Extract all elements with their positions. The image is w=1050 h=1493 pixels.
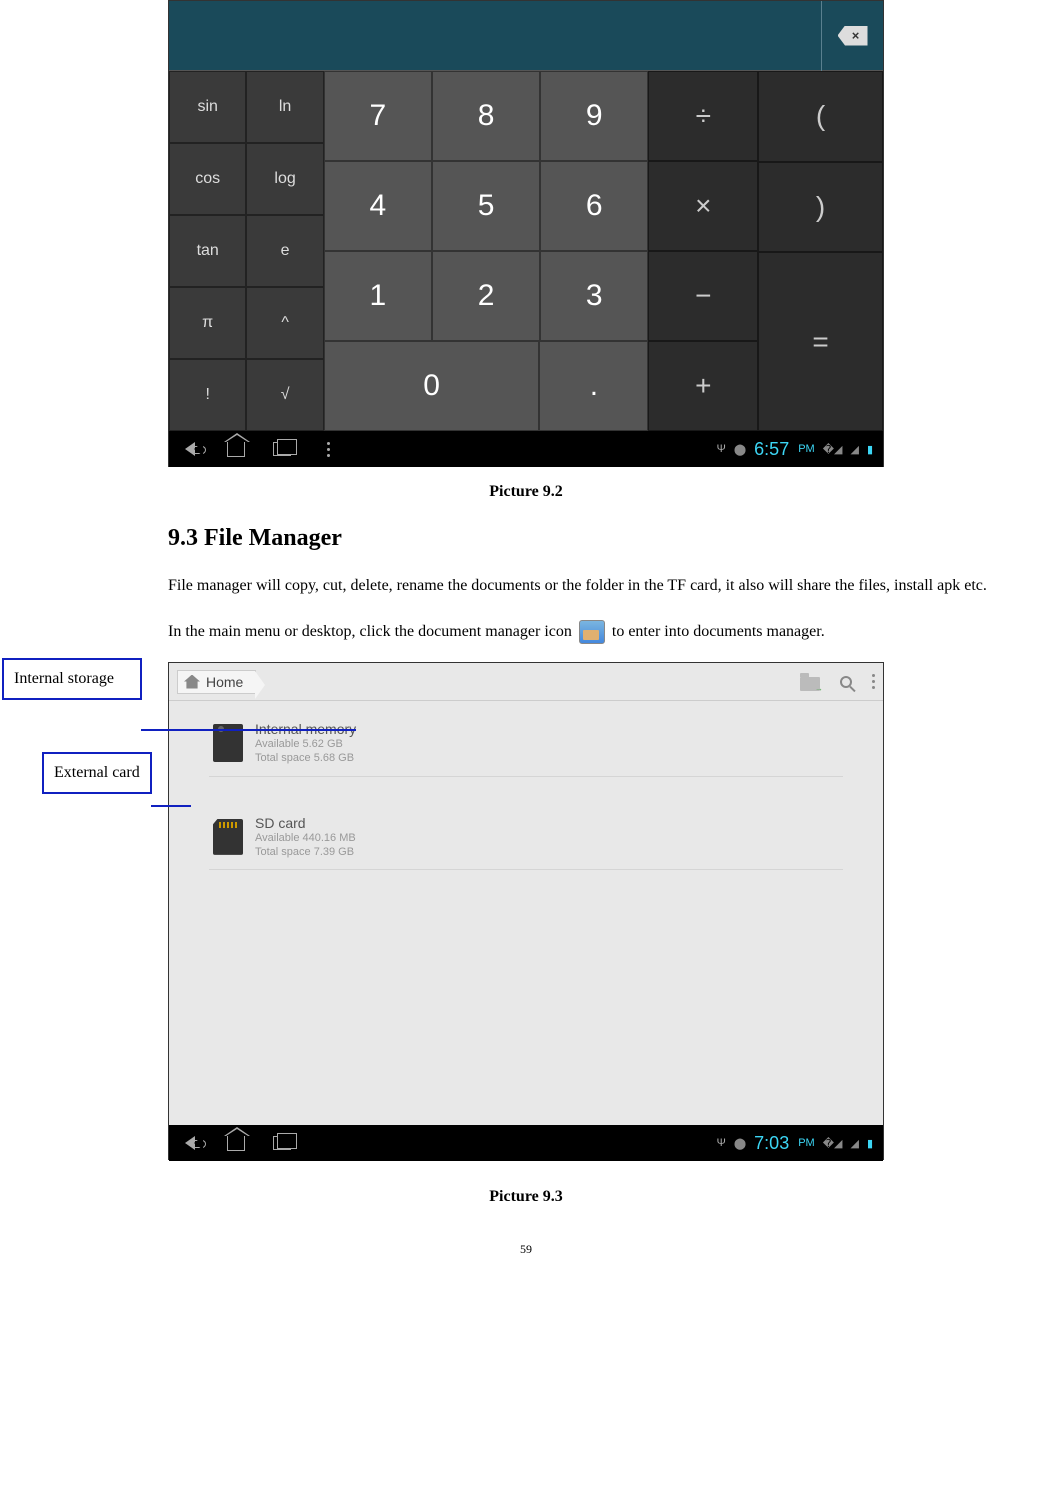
- debug-icon: ⬤: [734, 1137, 746, 1150]
- sd-total: Total space 7.39 GB: [255, 845, 356, 859]
- key-0[interactable]: 0: [324, 341, 540, 431]
- battery-icon: ▮: [867, 443, 873, 456]
- annotation-external-card: External card: [42, 752, 152, 794]
- clock-pm: PM: [798, 1137, 815, 1149]
- key-2[interactable]: 2: [432, 251, 540, 341]
- wifi-icon: �◢: [823, 1137, 843, 1150]
- usb-icon: Ψ: [717, 443, 726, 455]
- key-8[interactable]: 8: [432, 71, 540, 161]
- key-7[interactable]: 7: [324, 71, 432, 161]
- android-navbar: Ψ ⬤ 6:57 PM �◢ ◢ ▮: [169, 431, 883, 467]
- paragraph-2: In the main menu or desktop, click the d…: [168, 616, 1048, 648]
- annotation-internal-storage: Internal storage: [2, 658, 142, 700]
- backspace-icon: ×: [838, 26, 868, 46]
- key-pi[interactable]: π: [169, 287, 246, 359]
- clock-time: 6:57: [754, 439, 789, 460]
- home-icon[interactable]: [225, 438, 247, 460]
- annotation-line-internal: [141, 729, 356, 731]
- internal-total: Total space 5.68 GB: [255, 751, 356, 765]
- recents-icon[interactable]: [271, 438, 293, 460]
- key-4[interactable]: 4: [324, 161, 432, 251]
- key-ln[interactable]: ln: [246, 71, 323, 143]
- internal-memory-item[interactable]: Internal memory Available 5.62 GB Total …: [209, 711, 843, 777]
- key-log[interactable]: log: [246, 143, 323, 215]
- sd-available: Available 440.16 MB: [255, 831, 356, 845]
- sd-card-icon: [213, 819, 243, 855]
- caption-picture-9-3: Picture 9.3: [168, 1188, 884, 1206]
- key-tan[interactable]: tan: [169, 215, 246, 287]
- key-cos[interactable]: cos: [169, 143, 246, 215]
- signal-icon: ◢: [850, 1137, 858, 1150]
- function-keys-column: sinln coslog tane π^ !√: [169, 71, 324, 431]
- move-icon[interactable]: [800, 675, 820, 689]
- home-icon[interactable]: [225, 1132, 247, 1154]
- paren-keys-column: ( ) =: [758, 71, 883, 431]
- key-equals[interactable]: =: [758, 252, 883, 431]
- recents-icon[interactable]: [271, 1132, 293, 1154]
- signal-icon: ◢: [850, 443, 858, 456]
- breadcrumb-home[interactable]: Home: [177, 670, 256, 694]
- internal-available: Available 5.62 GB: [255, 737, 356, 751]
- key-lparen[interactable]: (: [758, 71, 883, 162]
- key-5[interactable]: 5: [432, 161, 540, 251]
- document-manager-icon: [579, 620, 605, 644]
- key-minus[interactable]: −: [648, 251, 758, 341]
- section-heading: 9.3 File Manager: [168, 525, 1048, 552]
- back-icon[interactable]: [179, 1132, 201, 1154]
- key-rparen[interactable]: ): [758, 162, 883, 253]
- calculator-screenshot: × sinln coslog tane π^ !√ 789 456 123 0.…: [168, 0, 884, 467]
- battery-icon: ▮: [867, 1137, 873, 1150]
- key-pow[interactable]: ^: [246, 287, 323, 359]
- overflow-menu-icon[interactable]: [872, 674, 875, 689]
- paragraph-2b: to enter into documents manager.: [608, 623, 825, 640]
- android-navbar-2: Ψ ⬤ 7:03 PM �◢ ◢ ▮: [169, 1125, 883, 1161]
- annotation-line-external: [151, 805, 191, 807]
- operator-keys-column: ÷ × − +: [648, 71, 758, 431]
- key-6[interactable]: 6: [540, 161, 648, 251]
- usb-icon: Ψ: [717, 1137, 726, 1149]
- debug-icon: ⬤: [734, 443, 746, 456]
- key-sin[interactable]: sin: [169, 71, 246, 143]
- backspace-button[interactable]: ×: [821, 1, 883, 71]
- fm-toolbar: Home: [169, 663, 883, 701]
- paragraph-1: File manager will copy, cut, delete, ren…: [168, 570, 1048, 602]
- key-3[interactable]: 3: [540, 251, 648, 341]
- key-dot[interactable]: .: [539, 341, 648, 431]
- key-multiply[interactable]: ×: [648, 161, 758, 251]
- key-sqrt[interactable]: √: [246, 359, 323, 431]
- key-e[interactable]: e: [246, 215, 323, 287]
- key-divide[interactable]: ÷: [648, 71, 758, 161]
- breadcrumb-label: Home: [206, 674, 243, 690]
- clock-pm: PM: [798, 443, 815, 455]
- clock-time: 7:03: [754, 1133, 789, 1154]
- menu-dots-icon[interactable]: [317, 438, 339, 460]
- home-icon: [184, 675, 200, 689]
- numeric-keys-column: 789 456 123 0.: [324, 71, 649, 431]
- key-fact[interactable]: !: [169, 359, 246, 431]
- calc-display: ×: [169, 1, 883, 71]
- back-icon[interactable]: [179, 438, 201, 460]
- caption-picture-9-2: Picture 9.2: [168, 483, 884, 501]
- wifi-icon: �◢: [823, 443, 843, 456]
- key-1[interactable]: 1: [324, 251, 432, 341]
- fm-body: Internal memory Available 5.62 GB Total …: [169, 701, 883, 1125]
- paragraph-2a: In the main menu or desktop, click the d…: [168, 623, 576, 640]
- key-9[interactable]: 9: [540, 71, 648, 161]
- page-number: 59: [168, 1242, 884, 1257]
- search-icon[interactable]: [840, 676, 852, 688]
- key-plus[interactable]: +: [648, 341, 758, 431]
- file-manager-screenshot: Home Internal memory Available 5.62 GB T…: [168, 662, 884, 1160]
- sd-card-item[interactable]: SD card Available 440.16 MB Total space …: [209, 805, 843, 871]
- sd-title: SD card: [255, 815, 356, 831]
